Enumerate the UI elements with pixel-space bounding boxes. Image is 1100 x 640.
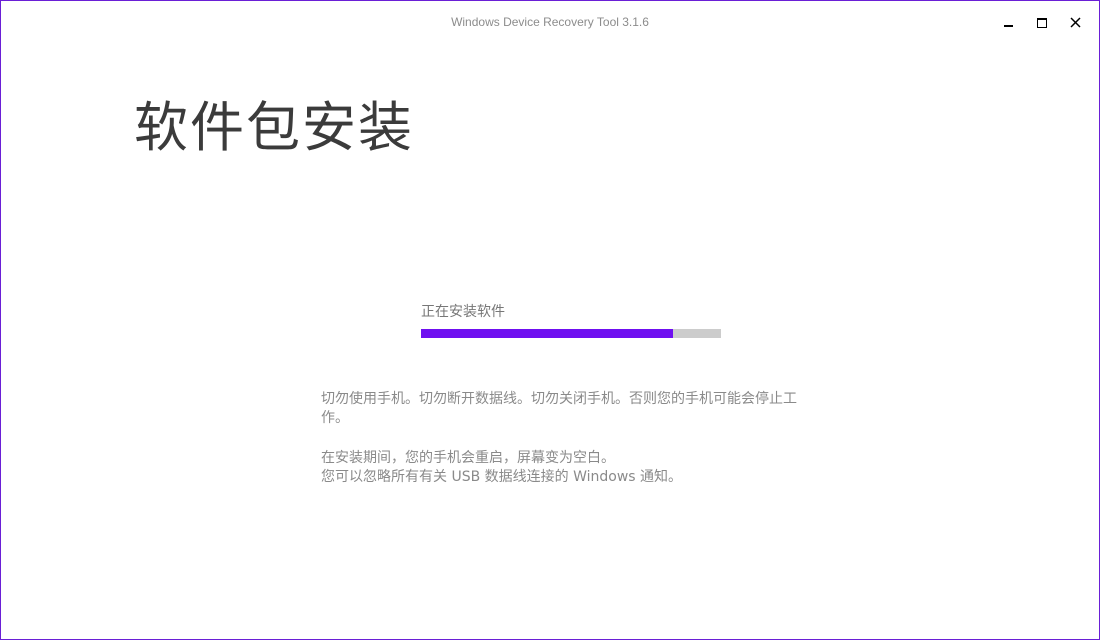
app-window: Windows Device Recovery Tool 3.1.6 软件包安装… [0,0,1100,640]
restart-notice-line: 在安装期间，您的手机会重启，屏幕变为空白。 [321,450,615,466]
title-bar[interactable]: Windows Device Recovery Tool 3.1.6 [1,1,1099,45]
maximize-button[interactable] [1030,11,1054,35]
minimize-icon [1004,25,1013,27]
maximize-icon [1037,18,1047,28]
window-title: Windows Device Recovery Tool 3.1.6 [451,15,649,29]
warning-text: 切勿使用手机。切勿断开数据线。切勿关闭手机。否则您的手机可能会停止工作。 [321,390,821,428]
warning-paragraph: 切勿使用手机。切勿断开数据线。切勿关闭手机。否则您的手机可能会停止工作。 [321,391,797,426]
close-button[interactable] [1064,11,1088,35]
restart-notice: 在安装期间，您的手机会重启，屏幕变为空白。 您可以忽略所有有关 USB 数据线连… [321,449,821,487]
minimize-button[interactable] [997,11,1021,35]
progress-bar-fill [421,329,673,338]
close-icon [1070,17,1081,28]
progress-label: 正在安装软件 [421,304,505,320]
usb-notice-line: 您可以忽略所有有关 USB 数据线连接的 Windows 通知。 [321,469,683,485]
page-title: 软件包安装 [134,96,414,159]
progress-bar [421,329,721,338]
